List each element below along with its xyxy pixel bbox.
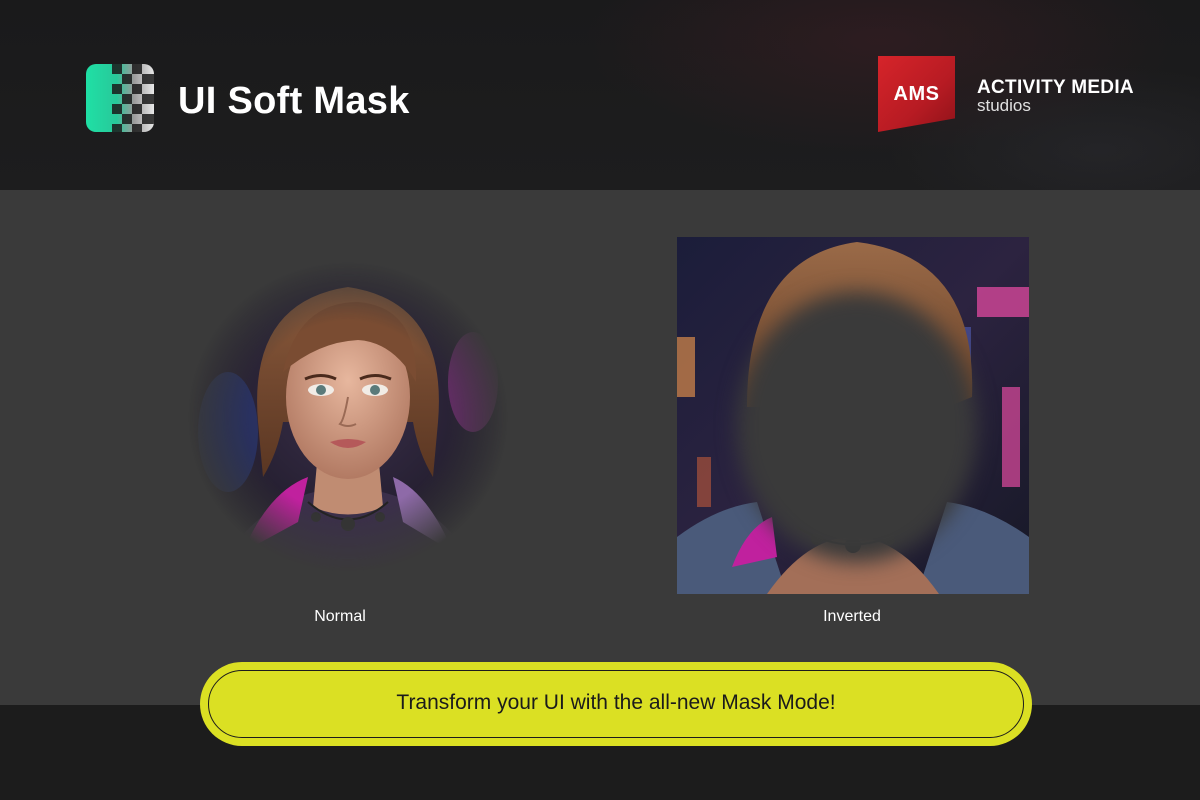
portrait-soft-masked-image: [188, 262, 508, 572]
company-subtitle: studios: [977, 96, 1031, 115]
ams-logo-text: AMS: [893, 83, 940, 105]
product-title: UI Soft Mask: [178, 80, 410, 122]
caption-inverted: Inverted: [823, 608, 881, 625]
cta-label: Transform your UI with the all-new Mask …: [396, 691, 836, 714]
cta-banner[interactable]: Transform your UI with the all-new Mask …: [200, 662, 1032, 746]
header: UI Soft Mask AMS ACTIVITY MEDIA studios: [0, 0, 1200, 190]
caption-normal: Normal: [314, 608, 366, 625]
inverted-mask-hole: [737, 292, 977, 562]
ams-logo: AMS: [878, 56, 955, 132]
portrait-inverted-mask-image: [677, 237, 1029, 594]
checker-gradient-logo-icon: [86, 64, 154, 132]
promo-screen: UI Soft Mask AMS ACTIVITY MEDIA studios: [0, 0, 1200, 800]
